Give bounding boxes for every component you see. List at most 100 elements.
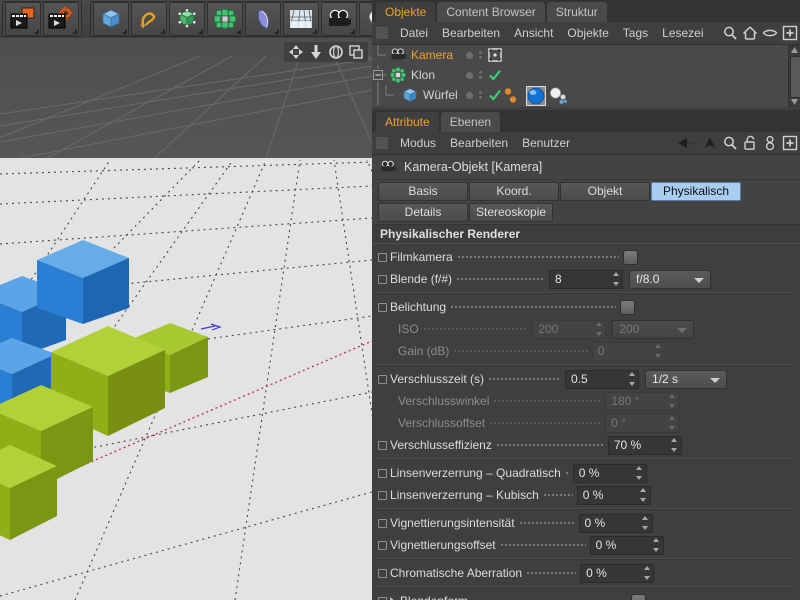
material-white-tag[interactable]: [548, 87, 568, 105]
array-icon[interactable]: [207, 2, 243, 36]
object-visibility-dots[interactable]: [466, 65, 502, 85]
search-icon[interactable]: [722, 25, 738, 41]
param-linsenverzerrung-quadratisch[interactable]: Linsenverzerrung – Quadratisch 0 %: [372, 462, 800, 484]
render-visibility-dots[interactable]: [476, 91, 485, 99]
scroll-down-arrow-icon[interactable]: [789, 97, 800, 107]
home-icon[interactable]: [742, 25, 758, 41]
viewport-nav-controls[interactable]: [284, 42, 368, 62]
menu-benutzer[interactable]: Benutzer: [515, 132, 577, 154]
param-verschlusszeit[interactable]: Verschlusszeit (s) 0.5 1/2 s: [372, 368, 800, 390]
animate-bullet[interactable]: [378, 468, 387, 478]
object-row-kamera[interactable]: Kamera: [372, 45, 800, 65]
menu-bearbeiten[interactable]: Bearbeiten: [435, 22, 507, 44]
plus-icon[interactable]: [782, 25, 798, 41]
blendenform-checkbox[interactable]: [630, 593, 646, 600]
filmkamera-checkbox[interactable]: [622, 249, 638, 265]
menu-datei[interactable]: Datei: [393, 22, 435, 44]
animate-bullet[interactable]: [378, 374, 387, 384]
check-icon[interactable]: [488, 68, 502, 82]
objtab-koord[interactable]: Koord.: [469, 182, 559, 201]
spinner[interactable]: [636, 465, 643, 480]
linsenverzerrung-kubisch-number-field[interactable]: 0 %: [576, 485, 651, 505]
scroll-up-arrow-icon[interactable]: [789, 45, 800, 55]
tree-expander[interactable]: [372, 65, 390, 85]
up-arrow-icon[interactable]: [702, 135, 718, 151]
render-view-icon[interactable]: [5, 2, 41, 36]
verschlusseffizienz-number-field[interactable]: 70 %: [607, 435, 682, 455]
chromatische-aberration-number-field[interactable]: 0 %: [580, 563, 655, 583]
green-cube[interactable]: [0, 436, 60, 546]
back-arrow-icon[interactable]: [676, 135, 698, 151]
animate-bullet[interactable]: [378, 568, 387, 578]
menu-bearbeiten[interactable]: Bearbeiten: [443, 132, 515, 154]
linsenverzerrung-quadratisch-number-field[interactable]: 0 %: [572, 463, 647, 483]
maximize-icon[interactable]: [348, 44, 364, 60]
tab-objekte[interactable]: Objekte: [376, 2, 436, 22]
render-visibility-dots[interactable]: [476, 71, 485, 79]
belichtung-checkbox[interactable]: [619, 299, 635, 315]
dolly-icon[interactable]: [308, 44, 324, 60]
param-belichtung[interactable]: Belichtung: [372, 296, 800, 318]
animate-bullet[interactable]: [378, 440, 387, 450]
param-chromatische-aberration[interactable]: Chromatische Aberration 0 %: [372, 562, 800, 584]
lock-icon[interactable]: [742, 135, 758, 151]
param-blendenform[interactable]: Blendenform: [372, 590, 800, 600]
spinner[interactable]: [653, 537, 660, 552]
search-icon[interactable]: [722, 135, 738, 151]
render-visibility-dots[interactable]: [476, 51, 485, 59]
objtab-physikalisch[interactable]: Physikalisch: [651, 182, 741, 201]
verschlusszeit-preset-dropdown[interactable]: 1/2 s: [645, 369, 728, 389]
scene-icon[interactable]: [283, 2, 319, 36]
spinner[interactable]: [640, 487, 647, 502]
menu-lesezeichen[interactable]: Lesezei: [655, 22, 710, 44]
eye-icon[interactable]: [762, 25, 778, 41]
spinner[interactable]: [643, 565, 650, 580]
param-verschlusseffizienz[interactable]: Verschlusseffizienz 70 %: [372, 434, 800, 456]
spinner[interactable]: [671, 437, 678, 452]
object-visibility-dots[interactable]: [466, 85, 502, 105]
object-visibility-dots[interactable]: [466, 45, 502, 65]
editor-visibility-dot[interactable]: [466, 91, 473, 99]
object-row-klon[interactable]: Klon: [372, 65, 800, 85]
menu-grip-handle[interactable]: [376, 137, 388, 149]
animate-bullet[interactable]: [378, 490, 387, 500]
menu-grip-handle[interactable]: [376, 27, 388, 39]
nurbs-icon[interactable]: [169, 2, 205, 36]
object-manager-tabstrip[interactable]: Objekte Content Browser Struktur: [372, 0, 800, 22]
pan-icon[interactable]: [288, 44, 304, 60]
viewport-perspective[interactable]: [0, 38, 372, 600]
spline-icon[interactable]: [131, 2, 167, 36]
object-manager-scrollbar[interactable]: [788, 45, 800, 107]
tab-attribute[interactable]: Attribute: [376, 112, 439, 132]
plus-icon[interactable]: [782, 135, 798, 151]
animate-bullet[interactable]: [378, 274, 387, 284]
objtab-basis[interactable]: Basis: [378, 182, 468, 201]
spinner[interactable]: [642, 515, 649, 530]
tab-struktur[interactable]: Struktur: [546, 2, 607, 22]
menu-tags[interactable]: Tags: [616, 22, 655, 44]
attribute-object-tabs[interactable]: Basis Koord. Objekt Physikalisch Details…: [372, 180, 800, 225]
param-vignettierungsintensitaet[interactable]: Vignettierungsintensität 0 %: [372, 512, 800, 534]
deformer-icon[interactable]: [245, 2, 281, 36]
param-filmkamera[interactable]: Filmkamera: [372, 246, 800, 268]
check-icon[interactable]: [488, 88, 502, 102]
animate-bullet[interactable]: [378, 302, 387, 312]
animate-bullet[interactable]: [378, 540, 387, 550]
menu-objekte[interactable]: Objekte: [560, 22, 615, 44]
animate-bullet[interactable]: [378, 596, 387, 600]
mograph-tag[interactable]: [502, 87, 524, 105]
vignettierungsintensitaet-number-field[interactable]: 0 %: [578, 513, 653, 533]
tab-content-browser[interactable]: Content Browser: [437, 2, 545, 22]
blende-preset-dropdown[interactable]: f/8.0: [629, 269, 712, 289]
objtab-details[interactable]: Details: [378, 203, 468, 222]
cube-icon[interactable]: [93, 2, 129, 36]
vignettierungsoffset-number-field[interactable]: 0 %: [589, 535, 664, 555]
menu-ansicht[interactable]: Ansicht: [507, 22, 560, 44]
render-settings-icon[interactable]: [43, 2, 79, 36]
spinner[interactable]: [612, 271, 619, 286]
crosshair-icon[interactable]: [488, 48, 502, 62]
objtab-stereoskopie[interactable]: Stereoskopie: [469, 203, 554, 222]
attribute-tabstrip[interactable]: Attribute Ebenen: [372, 110, 800, 132]
pin-icon[interactable]: [762, 135, 778, 151]
editor-visibility-dot[interactable]: [466, 71, 473, 79]
